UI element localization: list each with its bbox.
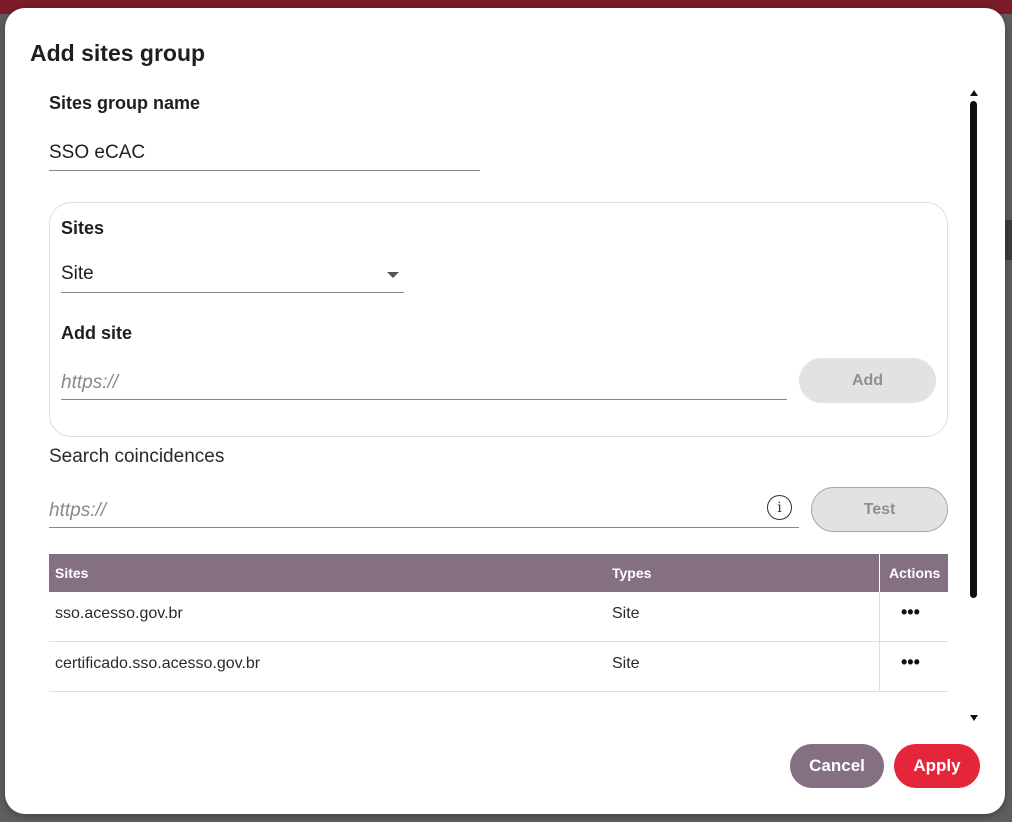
column-header-types: Types	[612, 565, 652, 581]
scroll-thumb[interactable]	[970, 101, 977, 598]
info-icon[interactable]: i	[767, 495, 792, 520]
scroll-down-icon[interactable]	[970, 715, 978, 721]
dialog-scrollbar[interactable]	[967, 90, 981, 722]
test-button[interactable]: Test	[811, 487, 948, 532]
dialog-title: Add sites group	[30, 40, 206, 66]
table-row: certificado.sso.acesso.gov.br Site •••	[49, 642, 948, 692]
header-divider	[879, 554, 880, 592]
search-coincidences-input[interactable]	[49, 494, 799, 528]
sites-table: Sites Types Actions sso.acesso.gov.br Si…	[49, 554, 948, 692]
group-name-input[interactable]	[49, 136, 480, 171]
more-horizontal-icon[interactable]: •••	[901, 652, 920, 673]
sites-label: Sites	[61, 218, 105, 238]
cancel-button[interactable]: Cancel	[790, 744, 884, 788]
row-divider	[879, 592, 880, 642]
row-type: Site	[612, 605, 640, 622]
add-sites-group-dialog: Add sites group Sites group name Sites S…	[5, 8, 1005, 814]
column-header-sites: Sites	[55, 565, 89, 581]
group-name-label: Sites group name	[49, 93, 201, 113]
row-site: sso.acesso.gov.br	[55, 605, 183, 622]
row-site: certificado.sso.acesso.gov.br	[55, 655, 261, 672]
more-horizontal-icon[interactable]: •••	[901, 602, 920, 623]
row-type: Site	[612, 655, 640, 672]
row-divider	[879, 642, 880, 692]
column-header-actions: Actions	[889, 565, 941, 581]
add-site-button[interactable]: Add	[799, 358, 936, 403]
scroll-up-icon[interactable]	[970, 90, 978, 96]
table-row: sso.acesso.gov.br Site •••	[49, 592, 948, 642]
table-header: Sites Types Actions	[49, 554, 948, 592]
site-type-select[interactable]: Site	[61, 258, 404, 293]
add-site-label: Add site	[61, 323, 133, 343]
site-type-value: Site	[61, 263, 94, 284]
add-site-input[interactable]	[61, 366, 787, 400]
apply-button[interactable]: Apply	[894, 744, 980, 788]
search-coincidences-label: Search coincidences	[49, 446, 225, 467]
chevron-down-icon	[387, 272, 399, 278]
